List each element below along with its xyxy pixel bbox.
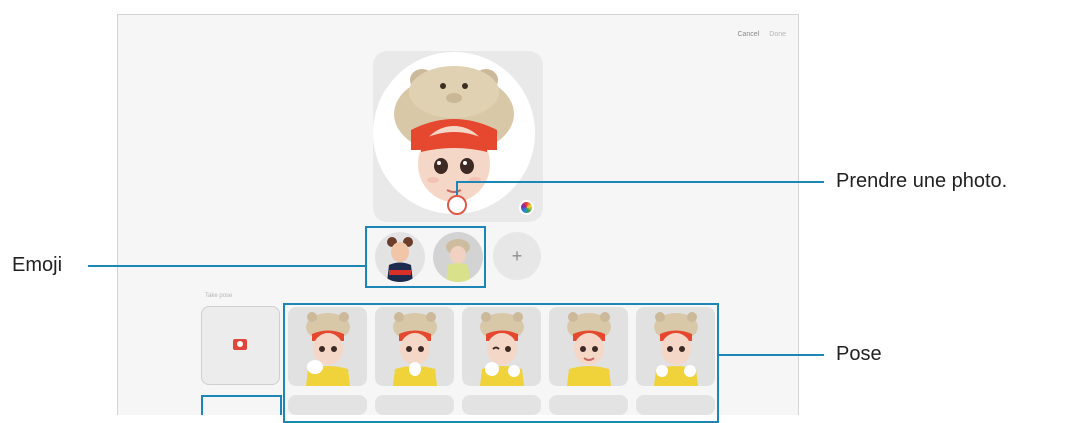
pose-tile[interactable]: [462, 395, 541, 415]
pose-tile[interactable]: [462, 307, 541, 386]
photo-callout-label: Prendre une photo.: [836, 170, 1008, 192]
done-button[interactable]: Done: [769, 31, 786, 38]
pose-avatar-image: [480, 312, 524, 386]
emoji-thumb-2[interactable]: [433, 232, 483, 282]
pose-tile[interactable]: [549, 395, 628, 415]
pose-tile[interactable]: [636, 395, 715, 415]
emoji-avatar-icon: [387, 237, 413, 282]
pose-tile[interactable]: [288, 307, 367, 386]
avatar-preview-image: [394, 66, 514, 202]
add-emoji-button[interactable]: +: [493, 232, 541, 280]
pose-avatar-image: [567, 312, 611, 386]
photo-callout-connector: [456, 182, 458, 195]
pose-tile[interactable]: [375, 307, 454, 386]
poses-section-label: Take pose: [205, 293, 233, 299]
pose-row2-highlight: [201, 395, 282, 415]
pose-tile[interactable]: [636, 307, 715, 386]
pose-avatar-image: [654, 312, 698, 386]
pose-tile[interactable]: [288, 395, 367, 415]
color-palette-icon[interactable]: [519, 200, 534, 215]
camera-icon: [233, 339, 247, 350]
pose-callout-label: Pose: [836, 343, 882, 365]
emoji-callout-line: [88, 265, 365, 267]
emoji-thumb-1[interactable]: [375, 232, 425, 282]
pose-callout-line: [719, 354, 824, 356]
emoji-avatar-icon: [446, 239, 470, 282]
top-actions: Cancel Done: [737, 31, 786, 38]
pose-tile[interactable]: [375, 395, 454, 415]
emoji-callout-label: Emoji: [12, 254, 63, 276]
pose-avatar-image: [306, 312, 350, 386]
cancel-button[interactable]: Cancel: [737, 31, 759, 38]
pose-avatar-image: [393, 312, 437, 386]
photo-callout-line: [456, 181, 824, 183]
avatar-preview: [373, 52, 535, 214]
shutter-ring-icon[interactable]: [447, 195, 467, 215]
plus-icon: +: [511, 246, 523, 266]
pose-tile[interactable]: [549, 307, 628, 386]
